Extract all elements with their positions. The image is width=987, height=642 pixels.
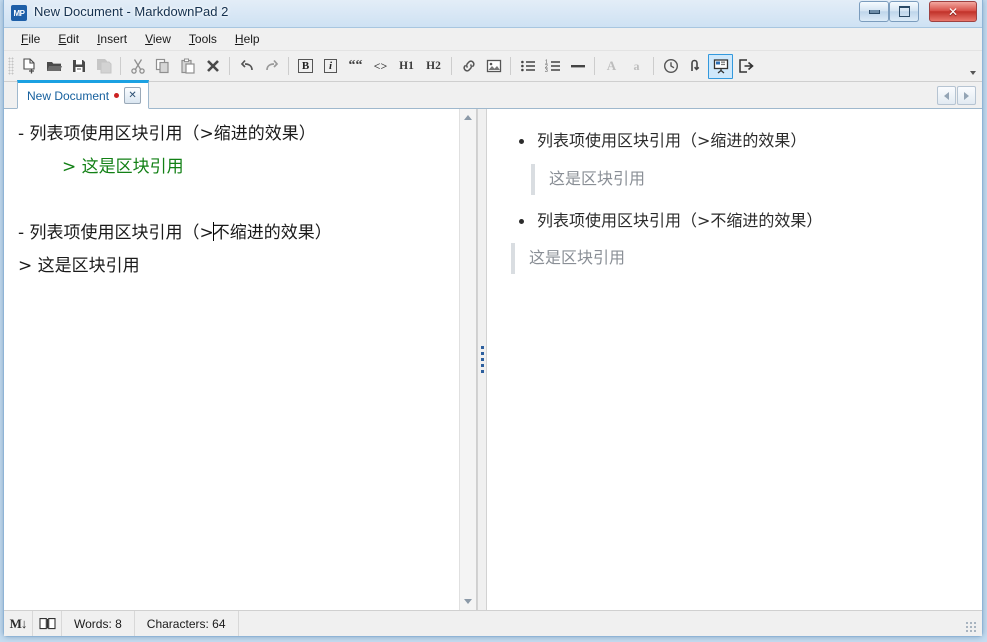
open-folder-icon[interactable] — [41, 54, 66, 79]
export-icon[interactable] — [733, 54, 758, 79]
editor-preview-split: - 列表项使用区块引用（>缩进的效果） > 这是区块引用 - 列表项使用区块引用… — [4, 109, 982, 610]
resize-grip[interactable] — [965, 621, 978, 634]
uppercase-icon[interactable]: A — [599, 54, 624, 79]
toolbar: B i ““ <> H1 H2 123 A a — [4, 51, 982, 82]
minimize-icon — [868, 9, 880, 14]
minimize-button[interactable] — [859, 1, 889, 22]
horizontal-rule-icon[interactable] — [565, 54, 590, 79]
scroll-down-button[interactable] — [460, 593, 476, 610]
editor-line-1[interactable]: - 列表项使用区块引用（>缩进的效果） — [18, 118, 459, 151]
book-icon — [38, 618, 56, 630]
save-all-icon[interactable] — [91, 54, 116, 79]
application-window: MP New Document - MarkdownPad 2 ✕ File E… — [3, 0, 983, 637]
tab-bar: New Document ✕ — [4, 80, 982, 109]
image-icon[interactable] — [481, 54, 506, 79]
window-title: New Document - MarkdownPad 2 — [34, 4, 229, 19]
heading-1-icon[interactable]: H1 — [393, 54, 420, 79]
markdown-mode-icon[interactable]: M↓ — [4, 611, 33, 636]
toolbar-separator — [653, 57, 654, 75]
heading-2-icon[interactable]: H2 — [420, 54, 447, 79]
menu-item-tools[interactable]: Tools — [180, 29, 226, 49]
editor-pane: - 列表项使用区块引用（>缩进的效果） > 这是区块引用 - 列表项使用区块引用… — [4, 109, 477, 610]
preview-blockquote-2: 这是区块引用 — [511, 243, 958, 275]
toolbar-overflow-button[interactable] — [967, 57, 978, 75]
menu-item-edit[interactable]: Edit — [49, 29, 88, 49]
editor-line-4[interactable]: - 列表项使用区块引用（>不缩进的效果） — [18, 217, 459, 250]
chevron-left-icon — [944, 91, 949, 100]
blockquote-icon[interactable]: ““ — [343, 54, 368, 79]
bold-icon[interactable]: B — [293, 54, 318, 79]
numbered-list-icon[interactable]: 123 — [540, 54, 565, 79]
menu-item-help[interactable]: Help — [226, 29, 269, 49]
toolbar-separator — [120, 57, 121, 75]
toolbar-separator — [229, 57, 230, 75]
splitter-grip-icon — [480, 346, 484, 373]
tab-label: New Document — [27, 88, 110, 103]
editor-line-3[interactable] — [18, 184, 459, 217]
markdown-editor[interactable]: - 列表项使用区块引用（>缩进的效果） > 这是区块引用 - 列表项使用区块引用… — [4, 109, 459, 610]
scroll-up-button[interactable] — [460, 109, 476, 126]
svg-text:3: 3 — [545, 68, 548, 74]
tab-scroll-left-button[interactable] — [937, 86, 956, 105]
redo-icon[interactable] — [259, 54, 284, 79]
bullet-list-icon[interactable] — [515, 54, 540, 79]
menu-item-view[interactable]: View — [136, 29, 180, 49]
menu-bar: File Edit Insert View Tools Help — [4, 28, 982, 51]
undo-icon[interactable] — [234, 54, 259, 79]
copy-icon[interactable] — [150, 54, 175, 79]
inline-code-icon[interactable]: <> — [368, 54, 393, 79]
delete-icon[interactable] — [200, 54, 225, 79]
title-bar: MP New Document - MarkdownPad 2 ✕ — [4, 0, 982, 28]
paste-icon[interactable] — [175, 54, 200, 79]
status-bar: M↓ Words: 8 Characters: 64 — [4, 610, 982, 636]
restore-icon — [898, 6, 910, 17]
editor-scrollbar[interactable] — [459, 109, 476, 610]
toolbar-separator — [510, 57, 511, 75]
preview-list-item-1: 列表项使用区块引用（>缩进的效果） — [511, 129, 958, 154]
toolbar-separator — [288, 57, 289, 75]
link-icon[interactable] — [456, 54, 481, 79]
tab-new-document[interactable]: New Document ✕ — [17, 80, 150, 109]
editor-line-2[interactable]: > 这是区块引用 — [18, 151, 459, 184]
line-break-icon[interactable] — [683, 54, 708, 79]
preview-blockquote-1: 这是区块引用 — [531, 163, 958, 195]
timestamp-icon[interactable] — [658, 54, 683, 79]
editor-line-4-after-caret: 不缩进的效果） — [212, 223, 332, 243]
tab-modified-indicator — [114, 93, 120, 98]
editor-line-5[interactable]: > 这是区块引用 — [18, 250, 459, 283]
presentation-icon[interactable] — [708, 53, 733, 79]
new-document-icon[interactable] — [16, 54, 41, 79]
tab-close-icon[interactable]: ✕ — [124, 87, 142, 104]
maximize-restore-button[interactable] — [889, 1, 919, 22]
markdown-logo-icon: M↓ — [9, 615, 28, 631]
arrow-up-icon — [464, 115, 472, 120]
toolbar-separator — [451, 57, 452, 75]
save-icon[interactable] — [66, 54, 91, 79]
close-icon: ✕ — [947, 4, 959, 19]
toolbar-grip[interactable] — [8, 57, 14, 75]
close-button[interactable]: ✕ — [929, 1, 977, 22]
preview-pane: 列表项使用区块引用（>缩进的效果） 这是区块引用 列表项使用区块引用（>不缩进的… — [487, 109, 982, 610]
arrow-down-icon — [464, 599, 472, 604]
chevron-right-icon — [964, 91, 969, 100]
preview-list-item-2: 列表项使用区块引用（>不缩进的效果） — [511, 209, 958, 234]
app-icon: MP — [11, 5, 27, 21]
lowercase-icon[interactable]: a — [624, 54, 649, 79]
menu-item-file[interactable]: File — [12, 29, 49, 49]
editor-line-4-before-caret: - 列表项使用区块引用（> — [18, 223, 214, 243]
cut-icon[interactable] — [125, 54, 150, 79]
italic-icon[interactable]: i — [318, 54, 343, 79]
pane-splitter[interactable] — [477, 109, 487, 610]
toolbar-separator — [594, 57, 595, 75]
character-count: Characters: 64 — [135, 611, 239, 636]
tab-scroll-right-button[interactable] — [957, 86, 976, 105]
word-count: Words: 8 — [62, 611, 135, 636]
reading-mode-button[interactable] — [33, 611, 62, 636]
menu-item-insert[interactable]: Insert — [88, 29, 136, 49]
